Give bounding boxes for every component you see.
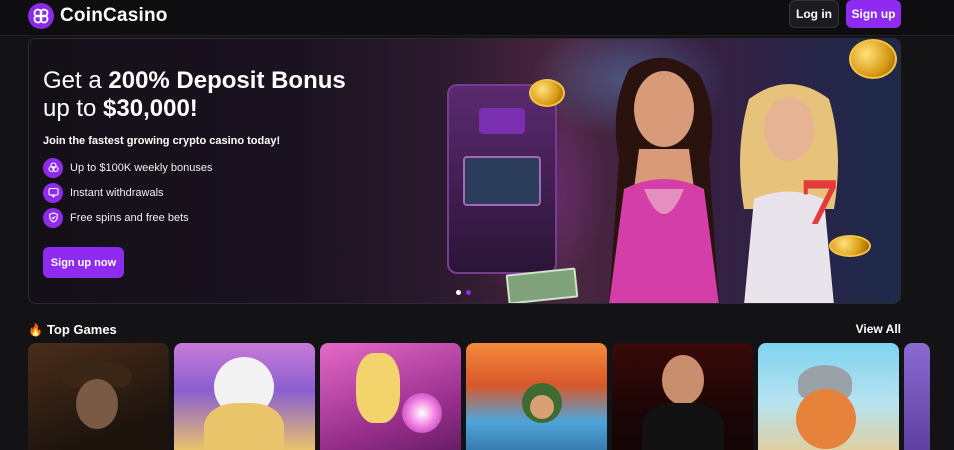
game-tile[interactable]: [758, 343, 899, 450]
top-games-header: 🔥 Top Games View All: [28, 322, 901, 340]
hero-subtitle: Join the fastest growing crypto casino t…: [43, 135, 281, 147]
hero-banner[interactable]: 7 Get a 200% Deposit Bonus up to $30,000…: [28, 38, 901, 304]
slot-screen: [463, 156, 541, 206]
feature-text: Up to $100K weekly bonuses: [70, 161, 213, 174]
gold-coin-icon: [529, 79, 565, 107]
top-games-title: Top Games: [46, 322, 117, 337]
carousel-dot-active[interactable]: [456, 290, 461, 295]
carousel-dots: [456, 290, 471, 295]
game-tile[interactable]: [320, 343, 461, 450]
game-tile[interactable]: [174, 343, 315, 450]
logo-icon: [28, 3, 54, 29]
feature-text: Instant withdrawals: [70, 186, 164, 199]
top-navigation-bar: CoinCasino Log in Sign up: [0, 0, 954, 36]
brand-name: CoinCasino: [60, 5, 168, 26]
hero-title-line2-prefix: up to: [43, 95, 104, 122]
game-tile[interactable]: [612, 343, 753, 450]
feature-list: Up to $100K weekly bonuses Instant withd…: [43, 155, 403, 230]
view-all-link[interactable]: View All: [856, 322, 901, 336]
feature-text: Free spins and free bets: [70, 211, 189, 224]
game-tile[interactable]: [466, 343, 607, 450]
feature-item: Instant withdrawals: [43, 180, 403, 205]
signup-button[interactable]: Sign up: [846, 0, 901, 28]
section-title: 🔥 Top Games: [28, 322, 117, 337]
signup-now-button[interactable]: Sign up now: [43, 247, 124, 278]
slot-logo-icon: [479, 108, 525, 134]
feature-item: Up to $100K weekly bonuses: [43, 155, 403, 180]
game-tile[interactable]: [904, 343, 930, 450]
game-tile[interactable]: [28, 343, 169, 450]
flame-icon: 🔥: [28, 322, 43, 337]
hero-title-prefix: Get a: [43, 67, 109, 94]
top-games-row: [28, 343, 954, 450]
coins-stack-icon: [43, 157, 63, 178]
lucky-seven-icon: 7: [799, 169, 841, 239]
carousel-dot[interactable]: [466, 290, 471, 295]
brand-logo[interactable]: CoinCasino: [28, 3, 168, 29]
shield-check-icon: [43, 207, 63, 228]
hero-title: Get a 200% Deposit Bonus up to $30,000!: [43, 67, 403, 123]
feature-item: Free spins and free bets: [43, 205, 403, 230]
hero-title-amount: $30,000!: [103, 95, 198, 122]
login-button[interactable]: Log in: [789, 0, 839, 28]
hero-content: Get a 200% Deposit Bonus up to $30,000! …: [43, 67, 403, 230]
slot-machine-illustration: [447, 84, 557, 274]
gold-coin-icon: [849, 39, 897, 79]
hero-title-bonus: 200% Deposit Bonus: [108, 67, 346, 94]
chat-bubble-icon: [43, 182, 63, 203]
gold-coin-icon: [829, 235, 871, 257]
